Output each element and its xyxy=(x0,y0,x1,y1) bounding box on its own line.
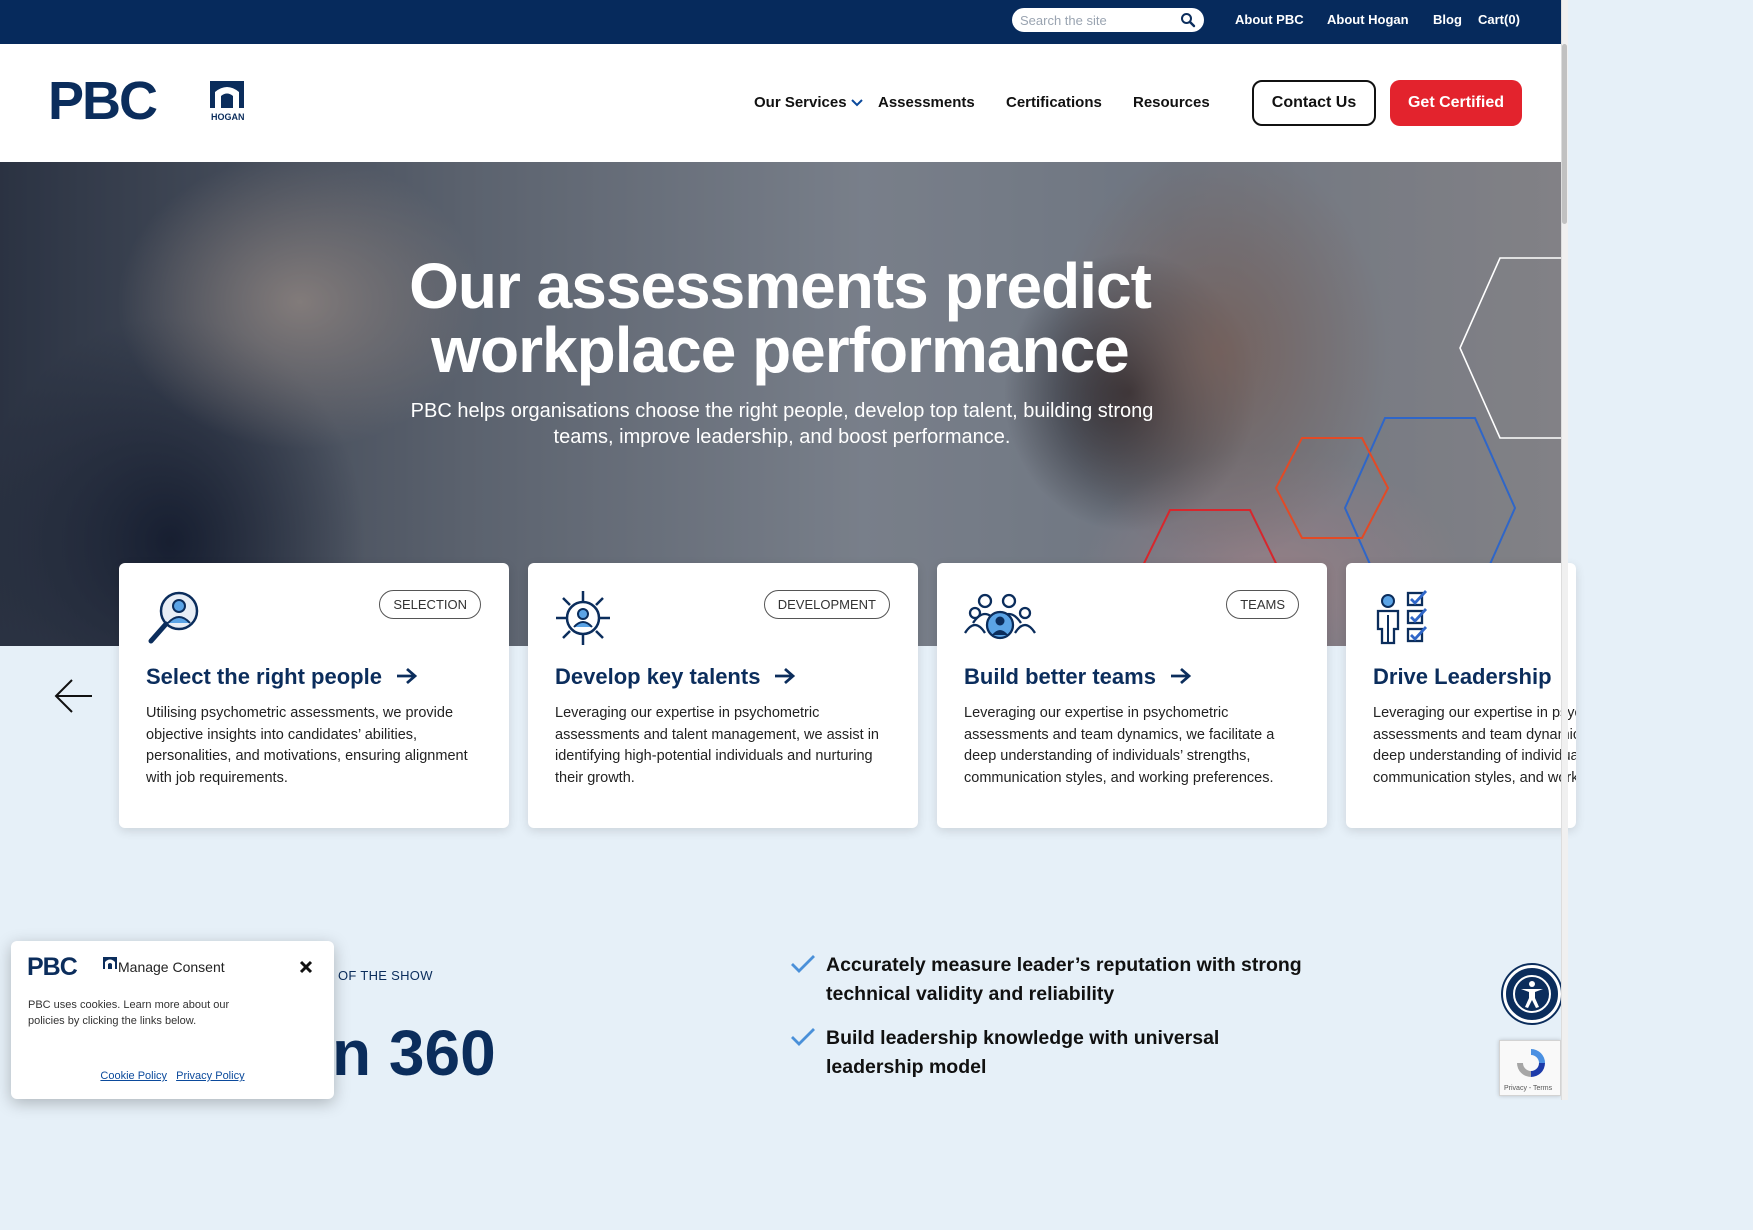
hero-title-line-1: Our assessments predict xyxy=(409,250,1152,322)
section-title: n 360 xyxy=(332,1017,496,1089)
consent-title: Manage Consent xyxy=(118,959,225,975)
benefit-bullet: Accurately measure leader’s reputation w… xyxy=(826,954,1302,1005)
recaptcha-terms[interactable]: Privacy - Terms xyxy=(1504,1085,1552,1092)
arrow-right-icon[interactable] xyxy=(396,667,418,685)
close-icon[interactable] xyxy=(298,959,314,975)
benefit-bullet: Build leadership knowledge with universa… xyxy=(826,1027,1220,1078)
service-card-leadership[interactable]: Drive Leadership Leveraging our expertis… xyxy=(1346,563,1576,828)
team-icon xyxy=(964,593,1036,640)
nav-our-services[interactable]: Our Services xyxy=(754,94,847,111)
card-title[interactable]: Build better teams xyxy=(964,664,1192,690)
arrow-right-icon[interactable] xyxy=(774,667,796,685)
card-title[interactable]: Select the right people xyxy=(146,664,418,690)
get-certified-button[interactable]: Get Certified xyxy=(1390,80,1522,126)
pbc-hogan-logo: PBC xyxy=(27,953,117,981)
search-input[interactable] xyxy=(1012,8,1172,32)
service-card-development[interactable]: DEVELOPMENT Develop key talents Leveragi… xyxy=(528,563,918,828)
pbc-hogan-logo: PBC HOGAN xyxy=(48,71,245,131)
nav-assessments[interactable]: Assessments xyxy=(878,94,975,111)
consent-links: Cookie Policy Privacy Policy xyxy=(11,1070,334,1082)
svg-text:PBC: PBC xyxy=(27,955,78,977)
card-description: Leveraging our expertise in psychometric… xyxy=(1373,705,1576,786)
hero-title-line-2: workplace performance xyxy=(431,314,1130,386)
top-bar: About PBC About Hogan Blog Cart(0) xyxy=(0,0,1568,44)
service-card-selection[interactable]: SELECTION Select the right people Utilis… xyxy=(119,563,509,828)
arrow-right-icon[interactable] xyxy=(1170,667,1192,685)
checkmark-icon xyxy=(791,1028,815,1046)
blog-link[interactable]: Blog xyxy=(1433,12,1462,27)
cart-link[interactable]: Cart(0) xyxy=(1478,12,1520,27)
consent-text: PBC uses cookies. Learn more about our p… xyxy=(28,999,230,1027)
accessibility-button[interactable] xyxy=(1503,965,1561,1023)
hero-title: Our assessments predict workplace perfor… xyxy=(380,254,1180,382)
site-search[interactable] xyxy=(1012,8,1204,32)
service-card-teams[interactable]: TEAMS Build better teams Leveraging our … xyxy=(937,563,1327,828)
pbc-logo[interactable]: PBC HOGAN xyxy=(48,71,250,131)
cookie-policy-link[interactable]: Cookie Policy xyxy=(100,1070,167,1082)
chevron-down-icon[interactable] xyxy=(850,98,864,108)
about-hogan-link[interactable]: About Hogan xyxy=(1327,12,1409,27)
nav-resources[interactable]: Resources xyxy=(1133,94,1210,111)
about-pbc-link[interactable]: About PBC xyxy=(1235,12,1304,27)
carousel-prev-arrow-icon[interactable] xyxy=(52,676,96,716)
consent-logo: PBC xyxy=(27,953,119,982)
card-description: Leveraging our expertise in psychometric… xyxy=(555,705,879,786)
card-title[interactable]: Drive Leadership xyxy=(1373,664,1552,690)
hero-subtitle: PBC helps organisations choose the right… xyxy=(410,400,1154,448)
nav-certifications[interactable]: Certifications xyxy=(1006,94,1102,111)
card-description: Leveraging our expertise in psychometric… xyxy=(964,705,1275,786)
scrollbar-thumb[interactable] xyxy=(1562,44,1567,224)
privacy-policy-link[interactable]: Privacy Policy xyxy=(176,1070,244,1082)
accessibility-icon xyxy=(1513,975,1551,1013)
tag-badge: TEAMS xyxy=(1226,590,1299,619)
tag-badge: DEVELOPMENT xyxy=(763,590,890,619)
search-person-icon xyxy=(148,591,199,644)
leader-checklist-icon xyxy=(1376,590,1428,645)
section-eyebrow: OF THE SHOW xyxy=(338,968,433,983)
checkmark-icon xyxy=(791,955,815,973)
contact-us-button[interactable]: Contact Us xyxy=(1252,80,1376,126)
svg-text:PBC: PBC xyxy=(50,78,157,124)
growth-compass-icon xyxy=(556,591,610,645)
recaptcha-icon xyxy=(1517,1049,1545,1077)
svg-text:HOGAN: HOGAN xyxy=(211,112,245,122)
search-icon[interactable] xyxy=(1180,12,1196,28)
site-header: PBC HOGAN Our Services Assessments Certi… xyxy=(0,44,1568,162)
card-description: Utilising psychometric assessments, we p… xyxy=(146,705,468,786)
card-title[interactable]: Develop key talents xyxy=(555,664,796,690)
recaptcha-badge[interactable]: Privacy - Terms xyxy=(1499,1040,1561,1096)
cookie-consent-dialog: PBC Manage Consent PBC uses cookies. Lea… xyxy=(11,941,334,1099)
tag-badge: SELECTION xyxy=(379,590,481,619)
